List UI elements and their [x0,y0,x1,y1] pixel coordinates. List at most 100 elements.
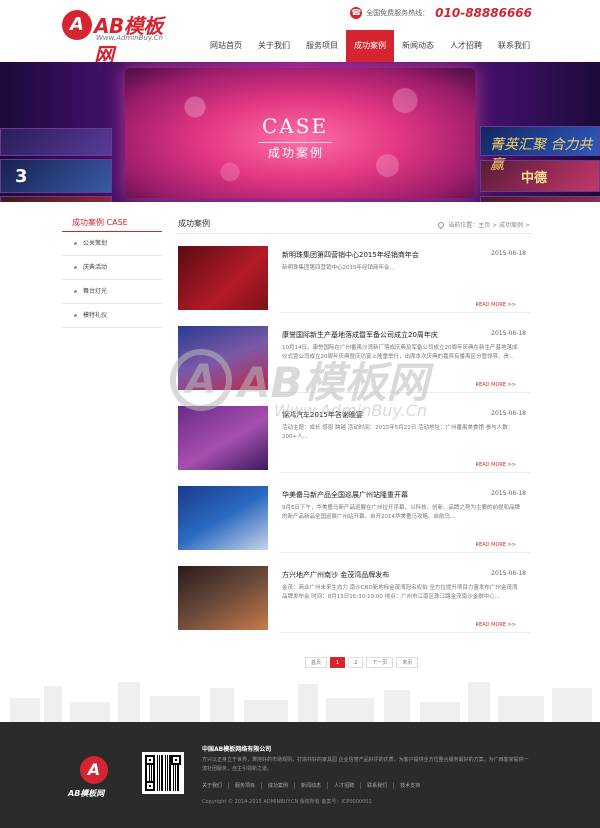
divider [280,472,530,473]
nav-services[interactable]: 服务项目 [298,30,346,62]
case-description: 金茂：商业广州未来生态力 南沙CBD新地标金茂湾冠名权拍 全方位提升项目力量发布… [282,585,518,600]
case-title[interactable]: 华美罍马新产品全国巡展广州站隆重开幕 [282,490,408,500]
site-logo[interactable]: A AB模板网 Www.AdminBuy.Cn [62,10,182,67]
sidebar-item-pr[interactable]: 公关策划 [62,232,162,256]
case-item[interactable]: 新明珠集团第四营销中心2015年经销商年会 2015-06-18 新明珠集团第四… [176,246,532,318]
footer-link-news[interactable]: 新闻动态 [295,782,329,789]
site-footer: A AB模板网 [0,722,600,828]
bullet-icon [74,290,77,293]
pagination: 首页 1 2 下一页 末页 [305,657,421,668]
sidebar-item-models[interactable]: 模特礼仪 [62,304,162,328]
case-title[interactable]: 锦鸿汽车2015年答谢晚宴 [282,410,363,420]
banner-title-cn: 成功案例 [268,146,325,160]
hotline-label: 全国免费服务热线： [366,9,430,17]
footer-link-about[interactable]: 关于我们 [202,782,230,789]
footer-logo-text: AB模板网 [68,789,105,798]
banner-divider [258,142,332,143]
case-description: 10月14日，康誉国际在广州番禺沙湾新厂落成庆典及军备公司成立20周年庆典在新生… [282,345,518,360]
sidebar-item-label: 舞台灯光 [83,287,108,295]
read-more-link[interactable]: READ MORE >> [476,462,516,468]
case-item[interactable]: 康誉国际新生产基地落成暨军备公司成立20周年庆 2015-06-18 10月14… [176,326,532,398]
banner-photo [480,196,600,202]
banner-title-en: CASE [262,114,329,138]
logo-badge: A [62,10,92,40]
case-thumbnail[interactable] [178,246,268,310]
case-date: 2015-06-18 [491,570,526,577]
sidebar-item-label: 模特礼仪 [83,311,108,319]
banner-photo: 3 [0,159,112,193]
footer-copyright: Copyright © 2014-2015 ADMINBUY.CN 版权所有 备… [202,799,372,805]
bullet-icon [74,266,77,269]
footer-intro: 方兴以正身立于世界，秉持好的市场规则，打造共好的家具园 企业信誉产品好评的优质，… [202,757,529,772]
nav-cases[interactable]: 成功案例 [346,30,394,62]
bullet-icon [74,242,77,245]
banner-photo [0,196,112,202]
case-date: 2015-06-18 [491,490,526,497]
skyline-decoration [0,680,600,722]
banner-calligraphy: 菁英汇聚 合力共赢 [490,137,593,173]
divider [280,392,530,393]
case-thumbnail[interactable] [178,566,268,630]
hotline: ☎ 全国免费服务热线： 010-88886666 [350,6,532,20]
sidebar-item-lighting[interactable]: 舞台灯光 [62,280,162,304]
nav-news[interactable]: 新闻动态 [394,30,442,62]
main-nav: 网站首页 关于我们 服务项目 成功案例 新闻动态 人才招聘 联系我们 [202,30,538,62]
breadcrumb[interactable]: 当前位置：主页 > 成功案例 > [436,220,530,229]
case-thumbnail[interactable] [178,486,268,550]
page-first[interactable]: 首页 [305,657,328,668]
page-last[interactable]: 末页 [396,657,419,668]
banner-photo [0,128,112,156]
case-title[interactable]: 康誉国际新生产基地落成暨军备公司成立20周年庆 [282,330,438,340]
hotline-number: 010-88886666 [435,6,532,20]
sidebar-item-celebration[interactable]: 庆典活动 [62,256,162,280]
page-2[interactable]: 2 [348,657,364,668]
page-next[interactable]: 下一页 [366,657,394,668]
phone-icon: ☎ [350,7,363,19]
case-item[interactable]: 锦鸿汽车2015年答谢晚宴 2015-06-18 活动主题：成长 感恩 跨越 活… [176,406,532,478]
sidebar-item-label: 庆典活动 [83,263,108,271]
nav-contact[interactable]: 联系我们 [490,30,538,62]
footer-link-support[interactable]: 技术支持 [394,782,426,789]
read-more-link[interactable]: READ MORE >> [476,302,516,308]
sidebar: 成功案例 CASE 公关策划 庆典活动 舞台灯光 模特礼仪 [62,216,162,328]
section-title: 成功案例 [178,219,210,228]
case-item[interactable]: 华美罍马新产品全国巡展广州站隆重开幕 2015-06-18 9月6日下午，华美罍… [176,486,532,558]
read-more-link[interactable]: READ MORE >> [476,542,516,548]
bullet-icon [74,314,77,317]
logo-subtitle: Www.AdminBuy.Cn [96,34,163,42]
nav-home[interactable]: 网站首页 [202,30,250,62]
case-description: 活动主题：成长 感恩 跨越 活动时间：2015年5月21日 活动地址：广州番禺美… [282,425,514,440]
case-thumbnail[interactable] [178,406,268,470]
read-more-link[interactable]: READ MORE >> [476,382,516,388]
case-item[interactable]: 方兴地产广州南沙 金茂湾品牌发布 2015-06-18 金茂：商业广州未来生态力… [176,566,532,638]
section-header: 成功案例 当前位置：主页 > 成功案例 > [176,216,532,234]
case-description: 9月6日下午，华美罍马新产品巡展在广州拉开序幕，以科技、创新、品牌之势为主要的前… [282,505,521,520]
nav-jobs[interactable]: 人才招聘 [442,30,490,62]
footer-logo-badge: A [80,756,108,784]
case-thumbnail[interactable] [178,326,268,390]
footer-company: 中国AB模板网络有限公司 [202,746,272,753]
footer-link-cases[interactable]: 成功案例 [262,782,296,789]
sidebar-item-label: 公关策划 [83,239,108,247]
site-header: A AB模板网 Www.AdminBuy.Cn ☎ 全国免费服务热线： 010-… [0,0,600,67]
divider [280,632,530,633]
sidebar-title: 成功案例 CASE [62,216,162,232]
footer-links: 关于我们 服务项目 成功案例 新闻动态 人才招聘 联系我们 技术支持 [202,782,426,789]
case-date: 2015-06-18 [491,250,526,257]
read-more-link[interactable]: READ MORE >> [476,622,516,628]
page-1[interactable]: 1 [330,657,346,668]
case-date: 2015-06-18 [491,330,526,337]
case-list-section: 成功案例 当前位置：主页 > 成功案例 > 新明珠集团第四营销中心2015年经销… [176,216,532,633]
nav-about[interactable]: 关于我们 [250,30,298,62]
divider [280,552,530,553]
case-title[interactable]: 新明珠集团第四营销中心2015年经销商年会 [282,250,419,260]
footer-link-services[interactable]: 服务项目 [229,782,263,789]
case-title[interactable]: 方兴地产广州南沙 金茂湾品牌发布 [282,570,389,580]
footer-logo[interactable]: A AB模板网 [68,756,128,806]
case-date: 2015-06-18 [491,410,526,417]
banner-photo-text: 3 [15,166,28,187]
case-description: 新明珠集团第四营销中心2015年经销商年会... [282,265,395,271]
location-pin-icon [436,220,446,229]
footer-link-contact[interactable]: 联系我们 [361,782,395,789]
footer-link-jobs[interactable]: 人才招聘 [328,782,362,789]
